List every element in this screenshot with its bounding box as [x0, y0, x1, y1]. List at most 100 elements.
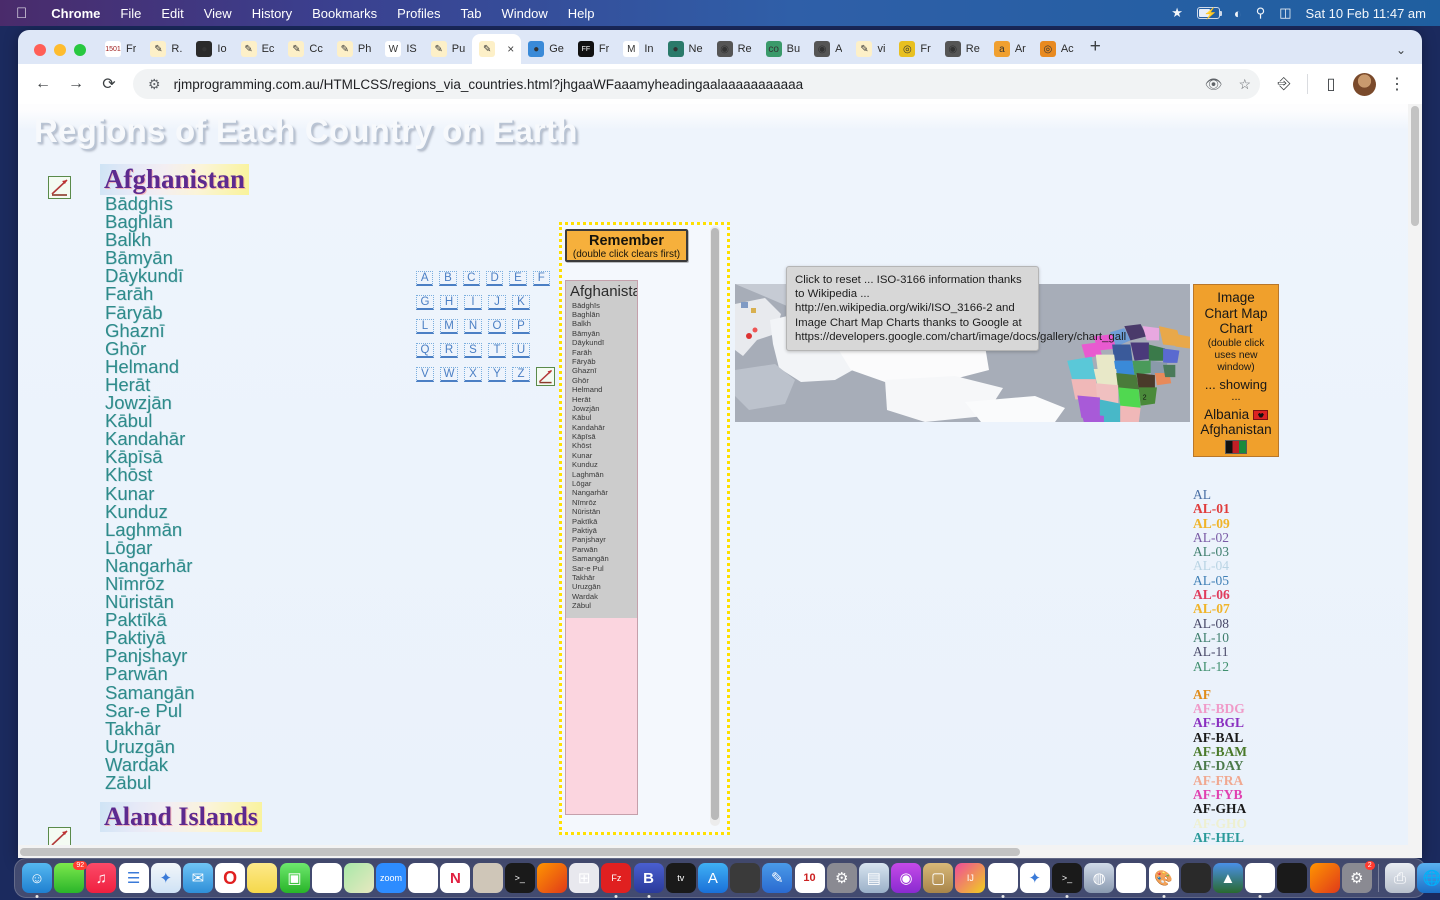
browser-tab-20[interactable]: ◎ Ac — [1033, 34, 1081, 64]
select-option[interactable]: Kāpīsā — [566, 432, 637, 441]
side-panel-icon[interactable]: ▯ — [1316, 69, 1346, 99]
alphabet-link-l[interactable]: L — [416, 319, 434, 334]
menu-item-window[interactable]: Window — [492, 6, 558, 21]
dock-podcasts-icon[interactable]: ◉ — [891, 863, 922, 893]
iso-code-item[interactable]: AL-04 — [1193, 559, 1313, 574]
iso-code-item[interactable]: AL-05 — [1193, 573, 1313, 588]
select-option[interactable]: Kunar — [566, 451, 637, 460]
region-item[interactable]: Khōst — [48, 466, 249, 485]
alphabet-link-t[interactable]: T — [488, 343, 506, 358]
control-center-icon[interactable]: ◫ — [1279, 5, 1291, 21]
menu-item-file[interactable]: File — [110, 6, 151, 21]
iso-code-item[interactable]: AL-10 — [1193, 630, 1313, 645]
dock-maps-icon[interactable] — [343, 863, 374, 893]
dock-sysprefs-icon[interactable]: ⚙ — [826, 863, 857, 893]
region-item[interactable]: Farāh — [48, 285, 249, 304]
select-option[interactable]: Nūristān — [566, 507, 637, 517]
dock-calculator-icon[interactable] — [730, 863, 761, 893]
select-option[interactable]: Zābul — [566, 601, 637, 611]
browser-tab-6[interactable]: W IS — [378, 34, 423, 64]
profile-avatar[interactable] — [1349, 69, 1379, 99]
remember-button[interactable]: Remember (double click clears first) — [565, 229, 688, 262]
dock-safari-icon[interactable]: ✦ — [150, 863, 181, 893]
alphabet-link-n[interactable]: N — [464, 319, 482, 334]
dock-printer-icon[interactable]: ⎙ — [1385, 863, 1416, 893]
select-option[interactable]: Lōgar — [566, 479, 637, 488]
page-vertical-scrollbar[interactable] — [1408, 104, 1422, 858]
browser-tab-12[interactable]: ● Ne — [661, 34, 710, 64]
alphabet-link-b[interactable]: B — [439, 271, 457, 286]
alphabet-link-d[interactable]: D — [485, 271, 504, 286]
menu-item-help[interactable]: Help — [558, 6, 605, 21]
region-item[interactable]: Samangān — [48, 683, 249, 702]
iso-code-item[interactable]: AL-07 — [1193, 602, 1313, 617]
select-option[interactable]: Kābul — [566, 414, 637, 423]
incognito-blocked-icon[interactable]: 👁 — [1202, 76, 1226, 93]
region-item[interactable]: Kunar — [48, 484, 249, 503]
iso-code-item[interactable]: AF-BDG — [1193, 701, 1313, 716]
iso-code-item[interactable]: AL-01 — [1193, 501, 1313, 516]
extensions-icon[interactable]: ⎆ — [1269, 69, 1299, 99]
dock-appletv-icon[interactable]: tv — [665, 863, 696, 893]
address-bar[interactable]: ⚙ rjmprogramming.com.au/HTMLCSS/regions_… — [133, 69, 1260, 99]
dock-chrome-icon[interactable] — [987, 863, 1018, 893]
alphabet-link-m[interactable]: M — [440, 319, 458, 334]
select-option[interactable]: Uruzgān — [566, 583, 637, 592]
alphabet-link-u[interactable]: U — [512, 343, 530, 358]
select-option[interactable]: Laghmān — [566, 470, 637, 479]
select-option[interactable]: Takhār — [566, 573, 637, 582]
close-window-button[interactable] — [34, 44, 46, 56]
browser-tab-16[interactable]: ✎ vi — [849, 34, 892, 64]
iso-code-item[interactable]: AF-BAL — [1193, 730, 1313, 745]
dock-iterm-icon[interactable]: >_ — [1052, 863, 1082, 893]
dock-settings-badge-icon[interactable]: ⚙ 2 — [1341, 861, 1375, 893]
iso-code-item[interactable]: AL — [1193, 487, 1313, 502]
dock-firefox-icon[interactable] — [537, 863, 567, 893]
select-option[interactable]: Baghlān — [566, 310, 637, 319]
alphabet-link-x[interactable]: X — [464, 367, 482, 382]
dock-filezilla-icon[interactable]: Fz — [601, 863, 632, 893]
tab-search-chevron-down-icon[interactable]: ⌄ — [1396, 43, 1422, 64]
new-tab-button[interactable]: + — [1081, 36, 1110, 64]
dock-paintbrush-icon[interactable]: 🎨 — [1148, 863, 1179, 893]
browser-tab-8[interactable]: ✎ × — [472, 34, 522, 64]
select-option[interactable]: Nangarhār — [566, 489, 637, 498]
select-option[interactable]: Ghaznī — [566, 367, 637, 376]
dock-archive-icon[interactable]: ▢ — [923, 863, 954, 893]
browser-tab-7[interactable]: ✎ Pu — [424, 34, 472, 64]
region-item[interactable]: Kunduz — [48, 502, 249, 521]
alphabet-link-q[interactable]: Q — [416, 343, 434, 358]
region-select-list[interactable]: Afghanistan BādghīsBaghlānBalkhBāmyānDāy… — [565, 280, 638, 815]
dock-xcode-icon[interactable]: ✎ — [762, 863, 793, 893]
select-option[interactable]: Herāt — [566, 395, 637, 404]
dock-thunder-icon[interactable] — [1245, 863, 1276, 893]
select-option[interactable]: Panjshayr — [566, 536, 637, 545]
dock-tower-icon[interactable]: ▲ — [1212, 863, 1243, 893]
address-bar-url[interactable]: rjmprogramming.com.au/HTMLCSS/regions_vi… — [174, 77, 1192, 92]
forward-button[interactable]: → — [61, 69, 91, 99]
region-item[interactable]: Sar-e Pul — [48, 701, 249, 720]
browser-tab-10[interactable]: FF Fr — [571, 34, 616, 64]
browser-tab-19[interactable]: a Ar — [987, 34, 1033, 64]
browser-tab-5[interactable]: ✎ Ph — [330, 34, 378, 64]
select-option[interactable]: Kandahār — [566, 423, 637, 432]
browser-tab-17[interactable]: ◎ Fr — [892, 34, 937, 64]
select-option[interactable]: Parwān — [566, 545, 637, 554]
region-item[interactable]: Fāryāb — [48, 303, 249, 322]
iso-code-item[interactable]: AL-09 — [1193, 516, 1313, 531]
dock-messages-icon[interactable]: 92 — [54, 861, 88, 893]
country-title-2[interactable]: Aland Islands — [100, 802, 262, 832]
browser-tab-0[interactable]: 1501 Fr — [98, 34, 143, 64]
dock-intellij-icon[interactable]: IJ — [955, 863, 986, 893]
region-item[interactable]: Parwān — [48, 665, 249, 684]
iso-code-item[interactable]: AF-HEL — [1193, 830, 1313, 845]
browser-tab-18[interactable]: ◉ Re — [938, 34, 987, 64]
dock-textedit-icon[interactable] — [1116, 863, 1147, 893]
alphabet-link-c[interactable]: C — [462, 271, 480, 286]
select-option[interactable]: Samangān — [566, 554, 637, 564]
iso-code-item[interactable]: AL-08 — [1193, 616, 1313, 631]
select-option[interactable]: Paktiyā — [566, 526, 637, 535]
select-option[interactable]: Farāh — [566, 348, 637, 357]
dock-facetime-icon[interactable]: ▣ — [279, 863, 310, 893]
maximize-window-button[interactable] — [74, 44, 86, 56]
